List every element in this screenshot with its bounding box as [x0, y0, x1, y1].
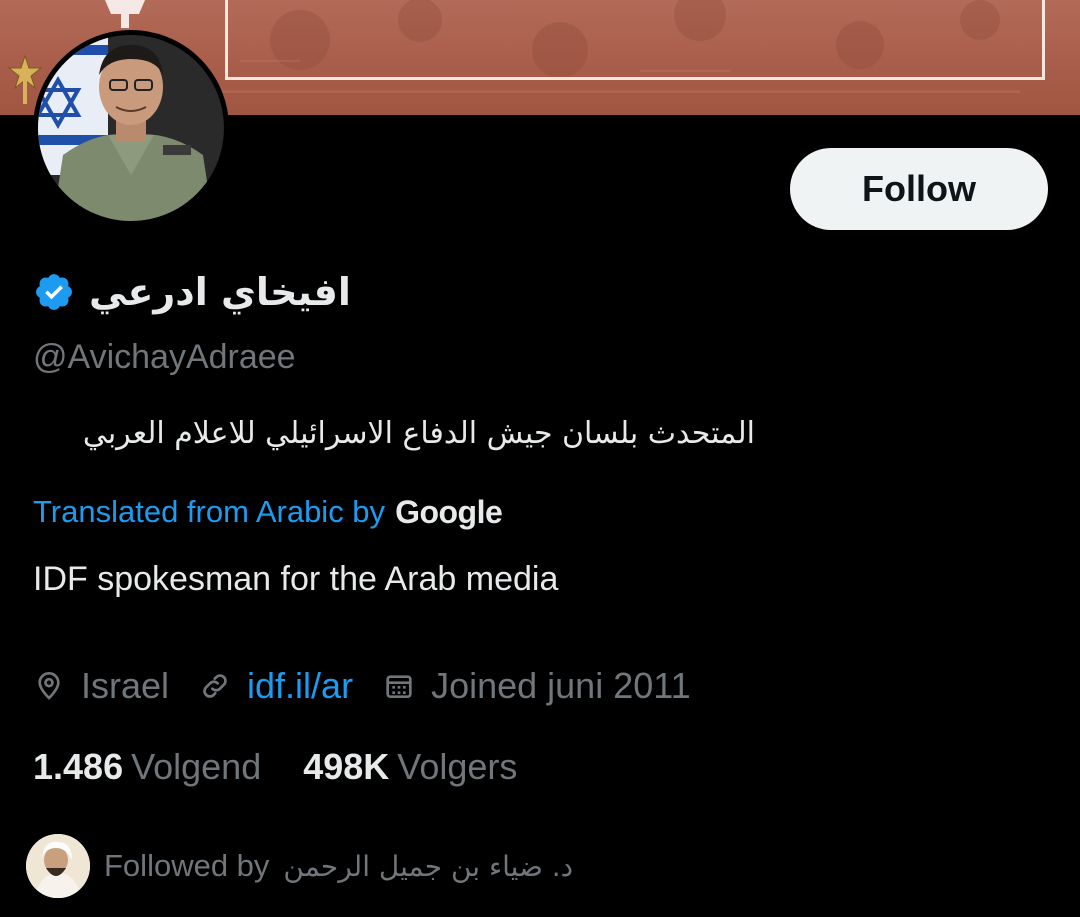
following-label: Volgend	[131, 746, 262, 787]
banner-top-emblem-icon	[105, 0, 145, 28]
user-handle: @AvichayAdraee	[33, 338, 296, 376]
google-logo: Google	[395, 493, 503, 530]
follow-button[interactable]: Follow	[790, 148, 1048, 230]
display-name: افيخاي ادرعي	[89, 270, 351, 314]
location-item: Israel	[33, 665, 169, 707]
follower-avatar-image	[26, 834, 90, 898]
name-row: افيخاي ادرعي	[33, 262, 351, 322]
location-text: Israel	[81, 665, 170, 706]
joined-text: Joined juni 2011	[431, 665, 691, 706]
bio-original: المتحدث بلسان جيش الدفاع الاسرائيلي للاع…	[82, 416, 755, 451]
followed-by-row[interactable]: Followed by د. ضياء بن جميل الرحمن	[26, 834, 573, 898]
profile-avatar[interactable]	[33, 30, 229, 226]
link-icon	[203, 674, 227, 698]
website-item[interactable]: idf.il/ar	[199, 665, 353, 707]
website-link[interactable]: idf.il/ar	[247, 665, 353, 707]
following-count: 1.486	[33, 746, 124, 787]
followers-label: Volgers	[397, 746, 518, 787]
banner-frame	[225, 0, 1045, 80]
avatar-portrait	[38, 35, 224, 221]
location-pin-icon	[38, 672, 60, 700]
calendar-icon	[386, 675, 412, 698]
translated-label[interactable]: Translated from Arabic by	[33, 494, 385, 530]
profile-meta: Israel idf.il/ar Joined juni 2011	[33, 662, 721, 710]
followers-count: 498K	[303, 746, 390, 787]
follower-avatar[interactable]	[26, 834, 90, 898]
follow-stats: 1.486 Volgend 498K Volgers	[33, 742, 559, 792]
following-stat[interactable]: 1.486 Volgend	[33, 746, 261, 788]
bio-translated: IDF spokesman for the Arab media	[33, 560, 559, 598]
followed-by-label: Followed by	[104, 848, 270, 883]
joined-item: Joined juni 2011	[383, 665, 691, 707]
verified-badge-icon	[36, 274, 72, 310]
followed-by-name[interactable]: د. ضياء بن جميل الرحمن	[283, 850, 573, 883]
followers-stat[interactable]: 498K Volgers	[303, 746, 517, 788]
translation-attribution[interactable]: Translated from Arabic by Google	[33, 490, 503, 534]
